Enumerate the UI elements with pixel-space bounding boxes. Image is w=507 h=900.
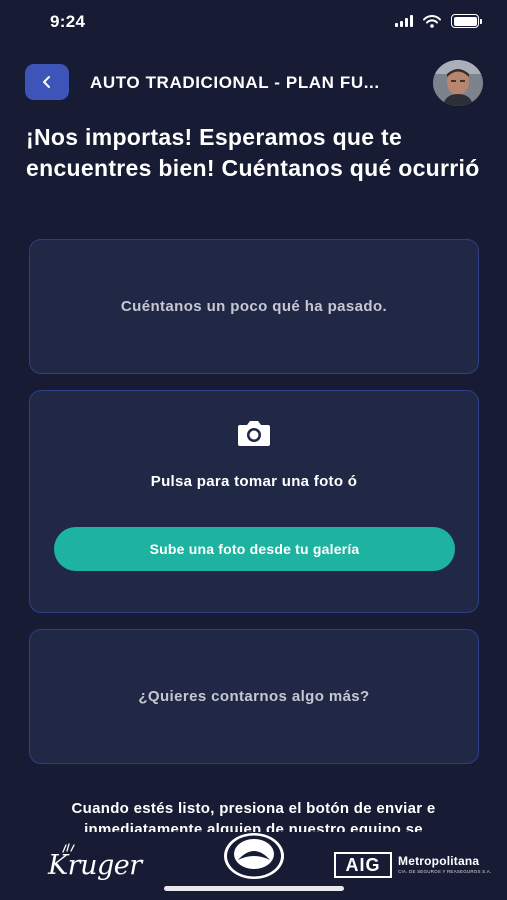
user-avatar-icon	[433, 60, 483, 106]
camera-icon[interactable]	[237, 419, 271, 447]
avatar[interactable]	[433, 60, 483, 106]
upload-from-gallery-button[interactable]: Sube una foto desde tu galería	[54, 527, 455, 571]
additional-info-placeholder: ¿Quieres contarnos algo más?	[138, 688, 370, 705]
describe-placeholder: Cuéntanos un poco qué ha pasado.	[120, 298, 388, 315]
app-header: AUTO TRADICIONAL - PLAN FU...	[0, 60, 507, 106]
aig-logo: AIG	[334, 852, 392, 878]
footer-logos: Kruger AIG Metropolitana CIA. DE SEGUROS…	[0, 832, 507, 900]
wifi-icon	[423, 14, 441, 28]
submit-instruction-text: Cuando estés listo, presiona el botón de…	[71, 800, 436, 832]
photo-upload-card: Pulsa para tomar una foto ó Sube una fot…	[29, 390, 479, 613]
page-headline: ¡Nos importas! Esperamos que te encuentr…	[26, 124, 480, 181]
take-photo-prompt[interactable]: Pulsa para tomar una foto ó	[30, 473, 478, 490]
kruger-logo: Kruger	[48, 850, 142, 881]
metropolitana-tagline: CIA. DE SEGUROS Y REASEGUROS S.A.	[398, 869, 492, 874]
status-bar: 9:24	[0, 0, 507, 46]
back-button[interactable]	[25, 64, 69, 100]
home-indicator[interactable]	[164, 886, 344, 891]
describe-text-area[interactable]: Cuéntanos un poco qué ha pasado.	[29, 239, 479, 374]
status-icons	[395, 14, 482, 28]
battery-icon	[451, 14, 482, 28]
company-emblem-icon	[224, 833, 284, 879]
metropolitana-logo: Metropolitana	[398, 854, 480, 868]
status-time: 9:24	[50, 12, 86, 31]
additional-info-text-area[interactable]: ¿Quieres contarnos algo más?	[29, 629, 479, 764]
page-title: AUTO TRADICIONAL - PLAN FU...	[90, 73, 380, 92]
signal-icon	[395, 15, 413, 27]
chevron-left-icon	[43, 76, 50, 88]
